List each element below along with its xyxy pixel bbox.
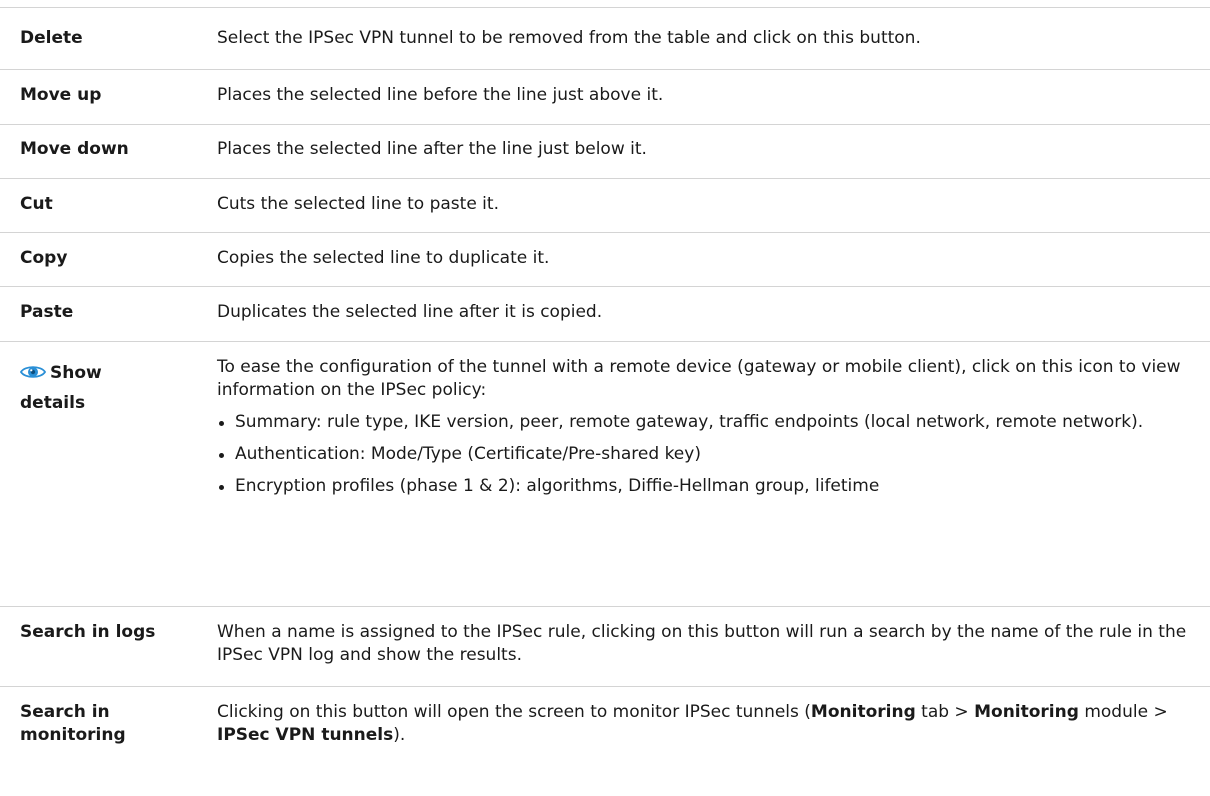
desc-show-details: To ease the configuration of the tunnel … (217, 356, 1202, 498)
show-details-line1: Show (20, 358, 210, 388)
desc-search-in-logs: When a name is assigned to the IPSec rul… (217, 622, 1187, 665)
desc-text-4: ). (393, 725, 406, 745)
table-row-show-details: Show details To ease the configuration o… (0, 342, 1210, 607)
search-monitoring-label-2: monitoring (20, 725, 126, 745)
desc-copy: Copies the selected line to duplicate it… (217, 248, 550, 268)
term-cut: Cut (20, 194, 53, 214)
term-paste: Paste (20, 302, 74, 322)
desc-bold-ipsec-vpn-tunnels: IPSec VPN tunnels (217, 725, 394, 745)
term-search-in-monitoring: Search in monitoring (20, 701, 210, 747)
desc-text-1: Clicking on this button will open the sc… (217, 702, 811, 722)
table-row-move-up: Move up Places the selected line before … (0, 70, 1210, 125)
table-row-move-down: Move down Places the selected line after… (0, 125, 1210, 179)
eye-icon (20, 366, 46, 378)
term-delete: Delete (20, 28, 83, 48)
desc-delete: Select the IPSec VPN tunnel to be remove… (217, 28, 921, 48)
table-row-cut: Cut Cuts the selected line to paste it. (0, 179, 1210, 233)
term-search-in-logs: Search in logs (20, 622, 156, 642)
list-item: Authentication: Mode/Type (Certificate/P… (217, 443, 1202, 466)
table-row-search-in-logs: Search in logs When a name is assigned t… (0, 607, 1210, 687)
list-item: Encryption profiles (phase 1 & 2): algor… (217, 475, 1202, 498)
desc-paste: Duplicates the selected line after it is… (217, 302, 603, 322)
table-row-delete: Delete Select the IPSec VPN tunnel to be… (0, 8, 1210, 70)
desc-bold-monitoring-tab: Monitoring (810, 702, 916, 722)
show-details-bullets: Summary: rule type, IKE version, peer, r… (217, 411, 1202, 498)
table-row-paste: Paste Duplicates the selected line after… (0, 287, 1210, 342)
term-move-up: Move up (20, 85, 102, 105)
term-show-details: Show details (20, 358, 210, 418)
term-copy: Copy (20, 248, 68, 268)
desc-move-down: Places the selected line after the line … (217, 139, 647, 159)
list-item: Summary: rule type, IKE version, peer, r… (217, 411, 1202, 434)
table-row-search-in-monitoring: Search in monitoring Clicking on this bu… (0, 687, 1210, 796)
show-details-intro: To ease the configuration of the tunnel … (217, 357, 1181, 400)
desc-cut: Cuts the selected line to paste it. (217, 194, 499, 214)
desc-text-2: tab > (915, 702, 975, 722)
desc-bold-monitoring-module: Monitoring (974, 702, 1079, 722)
search-monitoring-label-1: Search in (20, 702, 110, 722)
desc-text-3: module > (1078, 702, 1168, 722)
table-row-copy: Copy Copies the selected line to duplica… (0, 233, 1210, 287)
desc-search-in-monitoring: Clicking on this button will open the sc… (217, 701, 1202, 747)
show-details-label-1: Show (50, 363, 102, 383)
show-details-label-2: details (20, 393, 86, 413)
term-move-down: Move down (20, 139, 129, 159)
desc-move-up: Places the selected line before the line… (217, 85, 664, 105)
